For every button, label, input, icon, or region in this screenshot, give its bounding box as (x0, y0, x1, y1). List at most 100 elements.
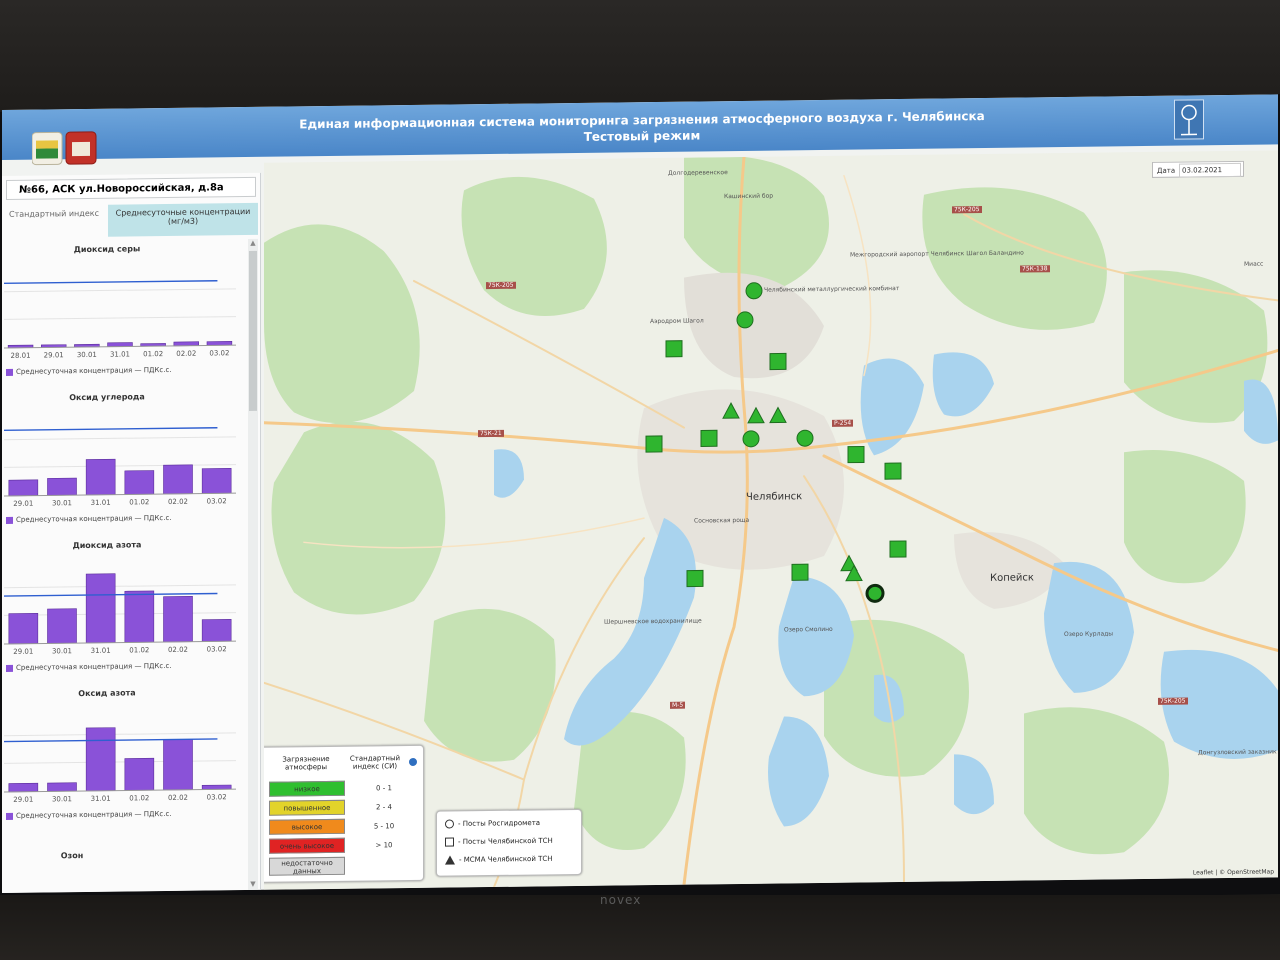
x-tick-label: 28.01 (11, 352, 31, 360)
legend-limit-label: ПДКс.с. (143, 661, 172, 671)
date-label: Дата (1157, 166, 1176, 175)
triangle-icon (445, 855, 455, 865)
chart-bar (124, 757, 155, 791)
x-tick-label: 02.02 (168, 794, 188, 802)
station-marker-circle[interactable] (796, 429, 814, 447)
legend-col1-header: Загрязнение атмосферы (282, 754, 330, 772)
charts-scrollbar[interactable]: ▲ ▼ (248, 238, 258, 890)
x-tick-label: 02.02 (168, 498, 188, 506)
chart-ozone-title: Озон (60, 851, 84, 861)
date-picker[interactable]: Дата 03.02.2021 (1152, 160, 1244, 178)
chart-svg: 29.01 30.01 31.01 01.02 02.02 03.02 (4, 573, 236, 656)
chart-bar (85, 573, 116, 644)
legend-avg-label: Среднесуточная концентрация (16, 514, 133, 524)
road-sign: Р-254 (832, 419, 854, 427)
chart-bar (8, 479, 39, 497)
chart-title: Диоксид серы (73, 244, 141, 255)
x-tick-label: 29.01 (13, 648, 33, 656)
station-marker-square[interactable] (847, 445, 865, 464)
legend-limit-label: ПДКс.с. (143, 365, 172, 375)
level-low: низкое (269, 780, 345, 797)
tab-daily-concentrations[interactable]: Среднесуточные концентрации (мг/м3) (108, 202, 258, 237)
x-tick-label: 03.02 (207, 793, 227, 801)
station-marker-square[interactable] (700, 429, 718, 447)
chart-sulfur-dioxide: Диоксид серы 28.01 29.01 30.01 31.01 01.02 02… (2, 239, 246, 392)
road-sign: 75К-21 (478, 429, 504, 438)
station-marker-square[interactable] (645, 435, 663, 453)
chart-title: Оксид углерода (69, 392, 145, 403)
chart-bar (163, 738, 193, 791)
level-high: высокое (269, 818, 345, 835)
chart-svg: 28.01 29.01 30.01 31.01 01.02 02.02 03.02 (4, 280, 236, 360)
info-icon[interactable] (409, 757, 417, 767)
date-input[interactable]: 03.02.2021 (1179, 162, 1241, 178)
station-marker-square[interactable] (889, 540, 907, 558)
square-icon (445, 837, 454, 847)
chart-bar (163, 464, 193, 495)
city-emblems-logo (32, 131, 97, 166)
chart-legend: Среднесуточная концентрация — ПДКс.с. (6, 366, 172, 376)
map-label: Долгодеревенское (668, 169, 728, 177)
station-marker-circle[interactable] (865, 583, 885, 603)
chart-nitrogen-dioxide: Диоксид азота 29.01 30.01 31.01 01.02 02.02 0… (2, 535, 246, 688)
station-marker-square[interactable] (686, 569, 704, 588)
chart-title: Оксид азота (78, 688, 136, 699)
monitor-brand: novex (600, 893, 642, 907)
x-tick-label: 31.01 (110, 350, 130, 358)
gridline (4, 316, 236, 320)
level-label: высокое (291, 823, 323, 832)
chart-title: Диоксид азота (72, 540, 142, 551)
road-sign: 75К-138 (1020, 265, 1050, 273)
gridline (4, 464, 236, 468)
map-view[interactable]: Долгодеревенское Кашинский бор Аэродром … (264, 150, 1278, 890)
marker-types-legend: - Посты Росгидромета - Посты Челябинской… (436, 808, 582, 877)
x-tick-label: 31.01 (91, 795, 111, 803)
map-label: Аэродром Шагол (650, 317, 704, 326)
station-marker-circle[interactable] (745, 282, 763, 300)
station-marker-square[interactable] (884, 462, 902, 480)
station-marker-square[interactable] (769, 352, 787, 371)
x-tick-label: 29.01 (13, 796, 33, 804)
x-axis (4, 640, 236, 645)
x-tick-label: 30.01 (52, 647, 72, 655)
road-sign: 75К-205 (486, 281, 516, 290)
range-high: 5 - 10 (373, 822, 395, 831)
legend-avg-label: Среднесуточная концентрация (16, 662, 133, 672)
chart-bar (163, 596, 193, 643)
scroll-thumb[interactable] (249, 250, 257, 411)
legend-avg-label: Среднесуточная концентрация (16, 810, 133, 820)
x-tick-label: 31.01 (91, 647, 111, 655)
gridline (4, 584, 236, 589)
charts-container: Диоксид серы 28.01 29.01 30.01 31.01 01.02 02… (2, 239, 246, 893)
x-tick-label: 03.02 (209, 349, 229, 357)
chart-svg: 29.01 30.01 31.01 01.02 02.02 03.02 (4, 727, 236, 804)
station-marker-square[interactable] (665, 340, 683, 358)
x-tick-label: 30.01 (52, 499, 72, 507)
marker-legend-item: - Посты Росгидромета (445, 818, 540, 829)
x-tick-label: 03.02 (207, 497, 227, 505)
x-axis (4, 492, 236, 497)
marker-legend-label: - МСМА Челябинской ТСН (459, 854, 553, 864)
x-tick-label: 31.01 (91, 499, 111, 507)
gridline (4, 732, 236, 737)
level-elevated: повышенное (269, 799, 345, 816)
level-very-high: очень высокое (269, 837, 345, 854)
level-label: очень высокое (279, 841, 335, 851)
station-marker-circle[interactable] (742, 430, 760, 448)
scroll-down-icon[interactable]: ▼ (248, 880, 258, 890)
limit-line (4, 427, 218, 432)
station-selector[interactable]: №66, АСК ул.Новороссийская, д.8а (6, 176, 256, 200)
x-tick-label: 01.02 (129, 498, 149, 506)
tab-standard-index[interactable]: Стандартный индекс (2, 205, 106, 238)
scroll-up-icon[interactable]: ▲ (248, 239, 258, 249)
road-sign: 75К-205 (952, 206, 982, 214)
chart-legend: Среднесуточная концентрация — ПДКс.с. (6, 810, 172, 820)
x-tick-label: 01.02 (143, 350, 163, 358)
map-attribution[interactable]: Leaflet | © OpenStreetMap (1193, 868, 1274, 876)
station-marker-circle[interactable] (736, 311, 754, 329)
station-marker-square[interactable] (791, 563, 809, 581)
legend-avg-label: Среднесуточная концентрация (16, 366, 133, 376)
gridline (4, 288, 236, 293)
monitor-screen: Единая информационная система мониторинг… (2, 94, 1278, 894)
map-label: Шершневское водохранилище (604, 617, 702, 626)
